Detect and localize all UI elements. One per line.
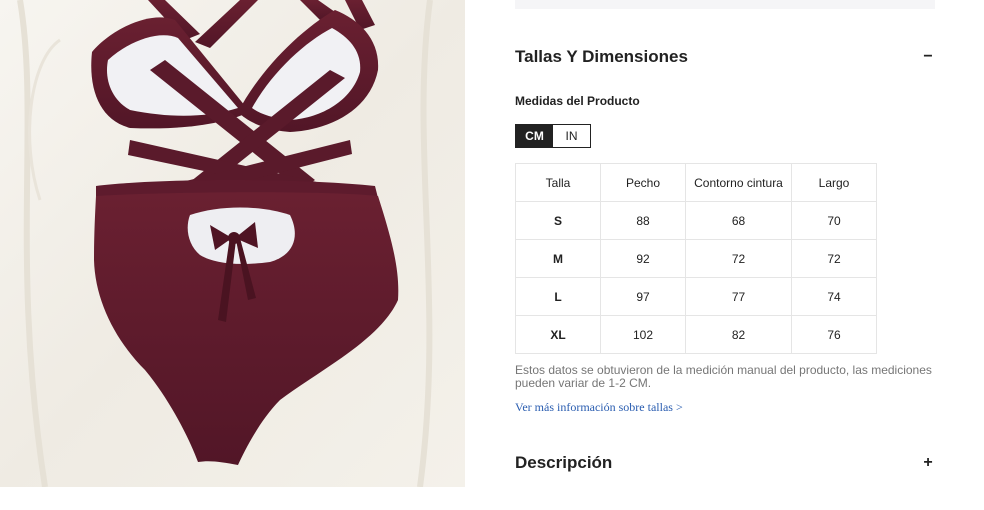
pecho-cell: 92 (600, 239, 686, 278)
size-info-link[interactable]: Ver más información sobre tallas > (515, 400, 683, 415)
largo-cell: 76 (791, 315, 877, 354)
table-row: XL 102 82 76 (515, 315, 877, 354)
unit-cm-button[interactable]: CM (516, 125, 553, 147)
header-talla: Talla (515, 163, 601, 202)
largo-cell: 74 (791, 277, 877, 316)
size-cell: M (515, 239, 601, 278)
unit-toggle: CM IN (515, 124, 591, 148)
expand-icon[interactable]: + (921, 454, 935, 472)
pecho-cell: 88 (600, 201, 686, 240)
product-image[interactable] (0, 0, 465, 487)
collapse-icon[interactable]: − (921, 48, 935, 66)
size-section-header[interactable]: Tallas Y Dimensiones − (515, 45, 935, 69)
table-header-row: Talla Pecho Contorno cintura Largo (515, 163, 877, 202)
size-table: Talla Pecho Contorno cintura Largo S 88 … (515, 163, 877, 354)
cintura-cell: 68 (685, 201, 792, 240)
header-pecho: Pecho (600, 163, 686, 202)
pecho-cell: 102 (600, 315, 686, 354)
largo-cell: 70 (791, 201, 877, 240)
top-strip (515, 0, 935, 9)
swimsuit-illustration (0, 0, 465, 487)
cintura-cell: 77 (685, 277, 792, 316)
unit-in-button[interactable]: IN (553, 125, 590, 147)
cintura-cell: 82 (685, 315, 792, 354)
header-largo: Largo (791, 163, 877, 202)
table-row: S 88 68 70 (515, 201, 877, 240)
table-row: M 92 72 72 (515, 239, 877, 278)
measurement-note: Estos datos se obtuvieron de la medición… (515, 363, 932, 390)
pecho-cell: 97 (600, 277, 686, 316)
product-measures-subtitle: Medidas del Producto (515, 94, 640, 108)
description-section-header[interactable]: Descripción + (515, 451, 935, 475)
size-cell: XL (515, 315, 601, 354)
description-section-title: Descripción (515, 453, 613, 472)
header-contorno-cintura: Contorno cintura (685, 163, 792, 202)
size-section-title: Tallas Y Dimensiones (515, 47, 688, 66)
size-cell: S (515, 201, 601, 240)
largo-cell: 72 (791, 239, 877, 278)
table-row: L 97 77 74 (515, 277, 877, 316)
cintura-cell: 72 (685, 239, 792, 278)
size-cell: L (515, 277, 601, 316)
